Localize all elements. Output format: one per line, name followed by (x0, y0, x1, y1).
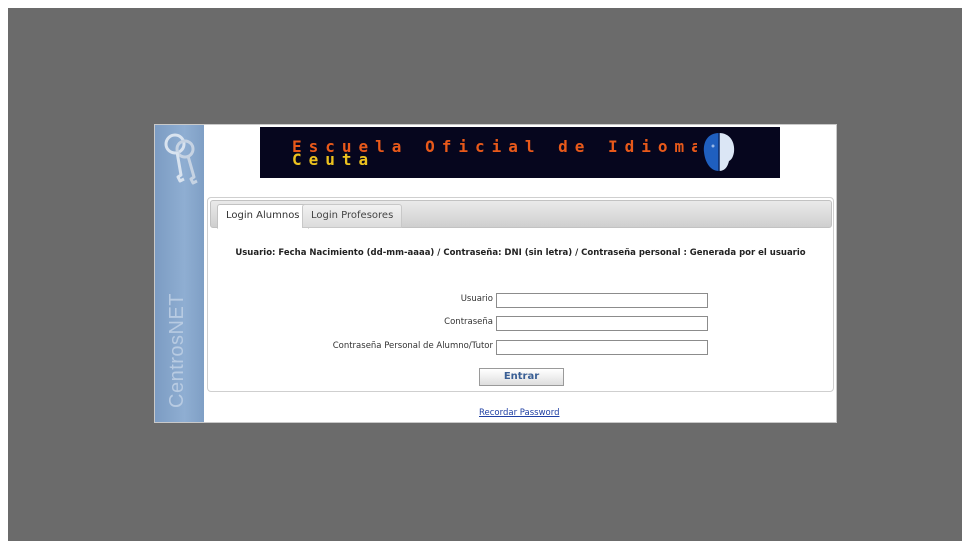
keys-icon (164, 133, 198, 185)
login-instructions: Usuario: Fecha Nacimiento (dd-mm-aaaa) /… (235, 248, 806, 258)
recordar-password-link[interactable]: Recordar Password (479, 408, 559, 418)
entrar-button[interactable]: Entrar (479, 368, 564, 386)
login-panel: CentrosNET Escuela Oficial de Idiomas Ce… (154, 124, 837, 423)
login-form: Login Alumnos Login Profesores Usuario: … (207, 197, 834, 392)
brand-label: CentrosNET (166, 292, 188, 408)
sidebar-strip: CentrosNET (155, 125, 204, 422)
tab-login-alumnos[interactable]: Login Alumnos (217, 204, 309, 229)
contrasena-personal-input[interactable] (496, 340, 708, 355)
contrasena-row: Contraseña (208, 316, 833, 332)
contrasena-label: Contraseña (444, 317, 493, 327)
contrasena-personal-label: Contraseña Personal de Alumno/Tutor (332, 341, 493, 351)
contrasena-personal-row: Contraseña Personal de Alumno/Tutor (208, 340, 833, 356)
school-logo-icon (697, 130, 741, 174)
tab-login-profesores[interactable]: Login Profesores (302, 204, 403, 228)
backdrop: CentrosNET Escuela Oficial de Idiomas Ce… (8, 8, 962, 541)
school-banner: Escuela Oficial de Idiomas Ceuta (260, 127, 780, 178)
tab-bar: Login Alumnos Login Profesores (210, 200, 832, 229)
usuario-input[interactable] (496, 293, 708, 308)
usuario-row: Usuario (208, 293, 833, 309)
contrasena-input[interactable] (496, 316, 708, 331)
usuario-label: Usuario (460, 294, 493, 304)
banner-subtitle: Ceuta (292, 150, 376, 169)
